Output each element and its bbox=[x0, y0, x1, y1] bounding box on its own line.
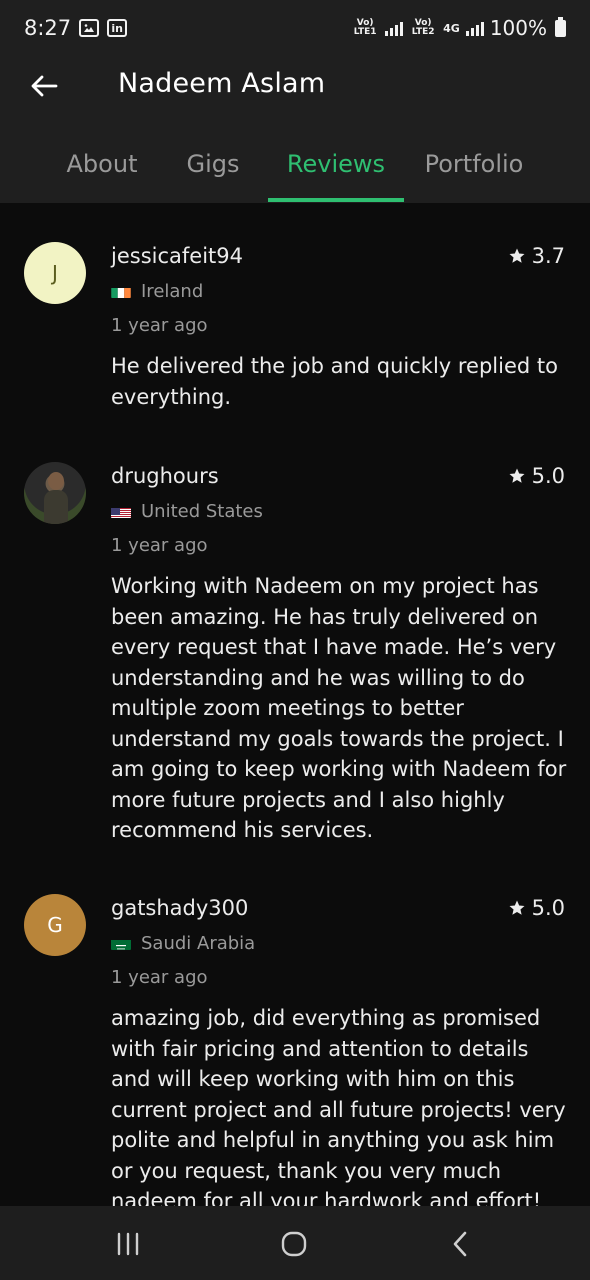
avatar-letter: G bbox=[47, 913, 63, 937]
battery-percent: 100% bbox=[489, 16, 547, 40]
ireland-flag-icon bbox=[111, 285, 131, 298]
reviewer-username: gatshady300 bbox=[111, 896, 249, 920]
tab-reviews[interactable]: Reviews bbox=[268, 130, 404, 200]
avatar-letter: J bbox=[52, 261, 58, 285]
network-lte2-label: Vo) LTE2 bbox=[411, 18, 435, 37]
saudi-arabia-flag-icon bbox=[111, 937, 131, 950]
nav-back-icon[interactable] bbox=[440, 1228, 480, 1260]
avatar bbox=[24, 462, 86, 524]
star-icon bbox=[509, 248, 525, 263]
country-name: Saudi Arabia bbox=[141, 933, 256, 954]
review-rating: 5.0 bbox=[508, 464, 565, 488]
signal-2-icon bbox=[465, 20, 484, 36]
avatar: G bbox=[24, 894, 86, 956]
image-icon bbox=[79, 19, 100, 37]
system-nav-bar bbox=[0, 1206, 590, 1280]
network-lte1-label: Vo) LTE1 bbox=[353, 18, 377, 37]
reviewer-country: Ireland bbox=[111, 281, 203, 302]
country-name: Ireland bbox=[141, 281, 204, 302]
tab-bar: About Gigs Reviews Portfolio bbox=[0, 130, 590, 203]
tab-about[interactable]: About bbox=[48, 130, 156, 200]
linkedin-icon: in bbox=[107, 19, 128, 37]
reviewer-username: drughours bbox=[111, 464, 219, 488]
star-icon bbox=[509, 468, 525, 483]
back-arrow-icon[interactable] bbox=[24, 66, 64, 106]
avatar: J bbox=[24, 242, 86, 304]
tab-portfolio[interactable]: Portfolio bbox=[412, 130, 536, 200]
review-rating: 5.0 bbox=[508, 896, 565, 920]
rating-value: 3.7 bbox=[531, 244, 565, 268]
country-name: United States bbox=[141, 501, 263, 522]
review-text: Working with Nadeem on my project has be… bbox=[111, 574, 567, 842]
review-text: He delivered the job and quickly replied… bbox=[111, 354, 558, 409]
reviewer-username: jessicafeit94 bbox=[111, 244, 243, 268]
reviews-list[interactable]: J jessicafeit94 3.7 Ireland 1 year ago H… bbox=[0, 203, 590, 1206]
home-icon[interactable] bbox=[274, 1228, 314, 1260]
active-tab-indicator bbox=[268, 198, 404, 202]
app-bar: Nadeem Aslam bbox=[0, 56, 590, 112]
tab-gigs[interactable]: Gigs bbox=[174, 130, 252, 200]
reviewer-country: United States bbox=[111, 501, 263, 522]
review-rating: 3.7 bbox=[508, 244, 565, 268]
review-text: amazing job, did everything as promised … bbox=[111, 1006, 566, 1206]
review-time: 1 year ago bbox=[111, 535, 208, 556]
review-time: 1 year ago bbox=[111, 967, 208, 988]
data-type-label: 4G bbox=[443, 21, 460, 35]
reviewer-country: Saudi Arabia bbox=[111, 933, 255, 954]
rating-value: 5.0 bbox=[531, 464, 565, 488]
status-time: 8:27 bbox=[24, 16, 72, 40]
review-time: 1 year ago bbox=[111, 315, 208, 336]
battery-icon bbox=[555, 16, 566, 37]
rating-value: 5.0 bbox=[531, 896, 565, 920]
signal-1-icon bbox=[385, 20, 404, 36]
page-title: Nadeem Aslam bbox=[118, 68, 326, 99]
recents-icon[interactable] bbox=[108, 1228, 148, 1260]
header: 8:27 in Vo) LTE1 Vo) LTE2 4G 100% Nadeem… bbox=[0, 0, 590, 203]
status-bar: 8:27 in Vo) LTE1 Vo) LTE2 4G 100% bbox=[0, 0, 590, 56]
star-icon bbox=[509, 900, 525, 915]
us-flag-icon bbox=[111, 505, 131, 518]
